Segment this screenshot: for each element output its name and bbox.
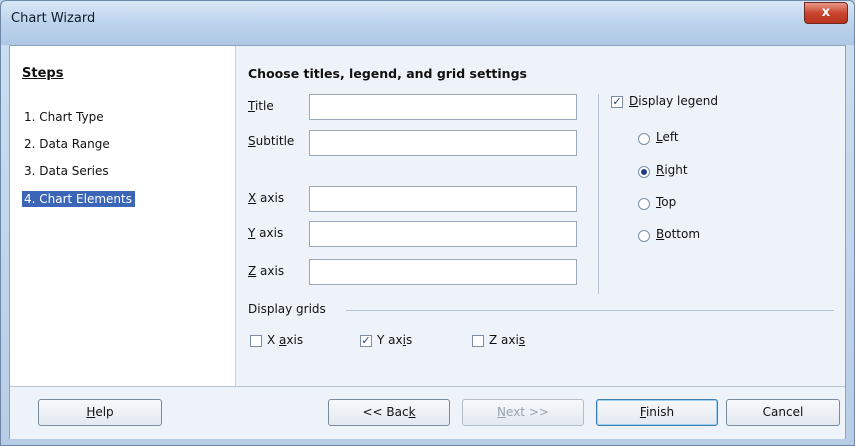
step-chart-type[interactable]: 1. Chart Type	[22, 109, 107, 125]
y-axis-input[interactable]	[309, 221, 577, 247]
close-button[interactable]: x	[804, 2, 848, 24]
x-axis-input[interactable]	[309, 186, 577, 212]
grid-z-checkbox[interactable]	[472, 335, 484, 347]
grid-y-checkbox[interactable]: ✓	[360, 335, 372, 347]
grid-z-label: Z axis	[489, 333, 526, 347]
legend-right-label: Right	[656, 163, 688, 177]
z-axis-input[interactable]	[309, 259, 577, 285]
dialog-client: Steps 1. Chart Type 2. Data Range 3. Dat…	[9, 45, 846, 439]
button-bar: Help << Back Next >> Finish Cancel	[10, 386, 845, 439]
chart-wizard-window: Chart Wizard x Steps 1. Chart Type 2. Da…	[0, 0, 855, 446]
finish-button[interactable]: Finish	[596, 399, 718, 426]
grids-divider	[346, 310, 834, 311]
subtitle-label: Subtitle	[248, 134, 295, 148]
section-heading: Choose titles, legend, and grid settings	[248, 66, 527, 81]
next-button[interactable]: Next >>	[462, 399, 584, 426]
help-button[interactable]: Help	[38, 399, 162, 426]
cancel-button[interactable]: Cancel	[726, 399, 840, 426]
grid-x-label: X axis	[267, 333, 304, 347]
grid-x-checkbox[interactable]	[250, 335, 262, 347]
x-axis-label: X axis	[248, 191, 285, 205]
display-legend-checkbox[interactable]: ✓	[611, 96, 623, 108]
y-axis-label: Y axis	[248, 226, 284, 240]
step-data-series[interactable]: 3. Data Series	[22, 163, 112, 179]
legend-top-label: Top	[656, 195, 677, 209]
settings-panel: Choose titles, legend, and grid settings…	[236, 46, 845, 386]
title-label: Title	[248, 99, 274, 113]
vertical-divider	[598, 94, 599, 294]
grid-y-label: Y axis	[377, 333, 413, 347]
legend-top-radio[interactable]	[638, 198, 650, 210]
step-chart-elements[interactable]: 4. Chart Elements	[22, 191, 135, 207]
legend-left-radio[interactable]	[638, 133, 650, 145]
window-title: Chart Wizard	[11, 11, 96, 26]
subtitle-input[interactable]	[309, 130, 577, 156]
back-button[interactable]: << Back	[328, 399, 450, 426]
title-input[interactable]	[309, 94, 577, 120]
steps-panel: Steps 1. Chart Type 2. Data Range 3. Dat…	[10, 46, 236, 386]
z-axis-label: Z axis	[248, 264, 285, 278]
legend-left-label: Left	[656, 130, 679, 144]
display-legend-label: Display legend	[629, 94, 718, 108]
steps-heading: Steps	[22, 66, 64, 81]
step-data-range[interactable]: 2. Data Range	[22, 136, 113, 152]
display-grids-label: Display grids	[248, 302, 326, 316]
legend-bottom-label: Bottom	[656, 227, 701, 241]
legend-right-radio[interactable]	[638, 166, 650, 178]
title-bar[interactable]: Chart Wizard x	[1, 1, 854, 45]
radio-selected-dot	[641, 169, 647, 175]
legend-bottom-radio[interactable]	[638, 230, 650, 242]
